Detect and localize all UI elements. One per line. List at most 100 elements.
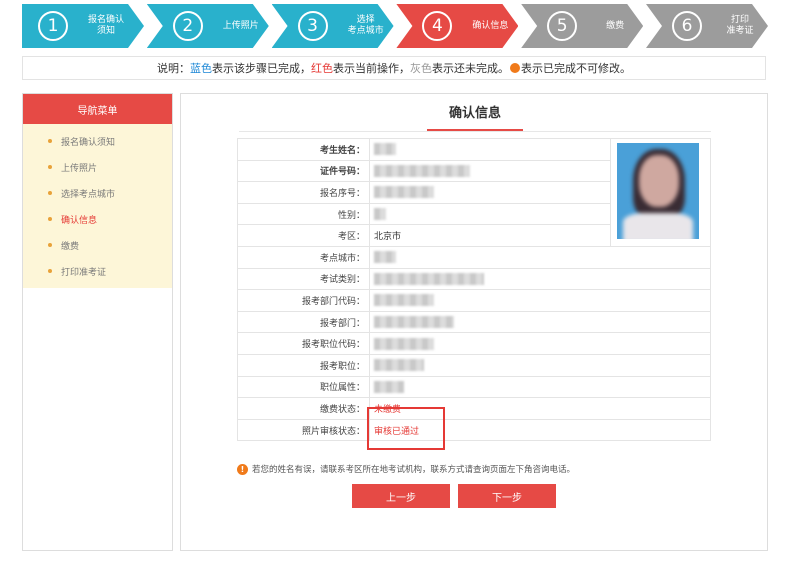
name-error-notice: ! 若您的姓名有误，请联系考区所在地考试机构，联系方式请查询页面左下角咨询电话。 (237, 462, 575, 476)
step-number: 4 (422, 11, 452, 41)
redacted-value (374, 316, 454, 329)
sidebar-item-label: 上传照片 (61, 163, 98, 174)
field-value-cell: 北京市 (369, 224, 611, 247)
redacted-value (374, 164, 470, 177)
info-row: 缴费状态： 未缴费 (237, 397, 711, 420)
info-row: 职位属性： (237, 375, 711, 399)
step-number: 6 (672, 11, 702, 41)
field-label: 职位属性： (237, 375, 370, 399)
redacted-value (374, 143, 396, 156)
field-value-cell (369, 267, 711, 291)
step-number: 5 (547, 11, 577, 41)
field-label: 缴费状态： (237, 397, 370, 420)
bullet-icon (48, 269, 52, 273)
bullet-icon (48, 243, 52, 247)
step-number: 1 (38, 11, 68, 41)
redacted-value (374, 294, 434, 307)
sidebar-nav: 导航菜单 报名确认须知 上传照片 选择考点城市 确认信息 缴费 打印准考证 (22, 93, 173, 551)
field-label: 报考职位代码： (237, 332, 370, 355)
legend-blue-text: 表示该步骤已完成， (212, 62, 311, 75)
candidate-photo (617, 143, 699, 239)
info-row: 照片审核状态： 审核已通过 (237, 418, 711, 442)
bullet-icon (48, 165, 52, 169)
field-label: 报考部门代码： (237, 289, 370, 312)
step-4: 4 确认信息 (396, 4, 518, 48)
legend-gray-text: 表示还未完成。 (432, 62, 509, 75)
redacted-value (374, 359, 424, 372)
sidebar-item-label: 缴费 (61, 241, 80, 252)
step-label: 确认信息 (472, 20, 509, 31)
bullet-icon (48, 191, 52, 195)
field-value-cell (369, 138, 611, 161)
info-row: 报考职位： (237, 353, 711, 377)
sidebar-item-2[interactable]: 上传照片 (23, 154, 172, 180)
info-row: 报考职位代码： (237, 332, 711, 355)
photo-body (623, 213, 693, 239)
panel-title-bar: 确认信息 (239, 101, 711, 132)
step-2: 2 上传照片 (147, 4, 269, 48)
field-value: 北京市 (374, 232, 402, 243)
step-number: 3 (298, 11, 328, 41)
lock-icon (510, 63, 520, 73)
field-label: 考生姓名： (237, 138, 370, 161)
sidebar-item-1[interactable]: 报名确认须知 (23, 128, 172, 154)
step-progress-bar: 1 报名确认 须知 2 上传照片 3 选择 考点城市 4 确认信息 5 缴费 6 打印 准考证 (22, 4, 768, 48)
field-label: 照片审核状态： (237, 418, 370, 442)
field-value-cell (369, 375, 711, 399)
info-row: 考试类别： (237, 267, 711, 291)
redacted-value (374, 251, 396, 264)
photo-face (639, 155, 679, 207)
step-5: 5 缴费 (521, 4, 643, 48)
legend-blue-word: 蓝色 (190, 62, 212, 75)
field-label: 考点城市： (237, 245, 370, 269)
field-label: 考试类别： (237, 267, 370, 291)
photo-cell (610, 138, 711, 247)
bullet-icon (48, 217, 52, 221)
field-label: 报考职位： (237, 353, 370, 377)
field-value-cell (369, 289, 711, 312)
sidebar-item-label: 确认信息 (61, 215, 98, 226)
sidebar-item-label: 打印准考证 (61, 267, 107, 278)
sidebar-item-3[interactable]: 选择考点城市 (23, 180, 172, 206)
info-row: 报考部门代码： (237, 289, 711, 312)
info-row: 考生姓名： (237, 138, 711, 247)
main-panel: 确认信息 考生姓名： 证件号码： 报名序号： 性别： 考区： 北京市 考点城市： 考试类别：报… (180, 93, 768, 551)
info-row: 报考部门： (237, 310, 711, 334)
legend-red-text: 表示当前操作， (333, 62, 410, 75)
field-value-cell (369, 332, 711, 355)
step-label: 缴费 (606, 20, 625, 31)
redacted-value (374, 208, 386, 221)
step-3: 3 选择 考点城市 (272, 4, 394, 48)
sidebar-item-5[interactable]: 缴费 (23, 232, 172, 258)
field-value-cell (369, 353, 711, 377)
redacted-value (374, 272, 484, 285)
prev-step-button[interactable]: 上一步 (352, 484, 450, 508)
field-value-cell (369, 245, 711, 269)
redacted-value (374, 380, 404, 393)
sidebar-item-label: 选择考点城市 (61, 189, 116, 200)
legend-bar: 说明： 蓝色 表示该步骤已完成， 红色 表示当前操作， 灰色 表示还未完成。 表… (22, 56, 766, 80)
field-value-cell (369, 202, 611, 226)
sidebar-item-label: 报名确认须知 (61, 137, 116, 148)
redacted-value (374, 186, 434, 199)
field-value-cell (369, 181, 611, 204)
warning-icon: ! (237, 463, 248, 475)
step-1: 1 报名确认 须知 (22, 4, 144, 48)
legend-lock-text: 表示已完成不可修改。 (521, 62, 631, 75)
field-label: 报名序号： (237, 181, 370, 204)
field-label: 报考部门： (237, 310, 370, 334)
notice-text: 若您的姓名有误，请联系考区所在地考试机构，联系方式请查询页面左下角咨询电话。 (252, 465, 576, 475)
status-highlight-box (367, 407, 445, 450)
page-title: 确认信息 (427, 101, 523, 131)
next-step-button[interactable]: 下一步 (458, 484, 556, 508)
step-label: 打印 准考证 (726, 15, 754, 36)
legend-gray-word: 灰色 (410, 62, 432, 75)
field-value-cell (369, 310, 711, 334)
redacted-value (374, 337, 434, 350)
sidebar-item-4[interactable]: 确认信息 (23, 206, 172, 232)
step-6: 6 打印 准考证 (646, 4, 768, 48)
field-label: 证件号码： (237, 159, 370, 183)
legend-red-word: 红色 (311, 62, 333, 75)
field-label: 考区： (237, 224, 370, 247)
sidebar-item-6[interactable]: 打印准考证 (23, 258, 172, 284)
